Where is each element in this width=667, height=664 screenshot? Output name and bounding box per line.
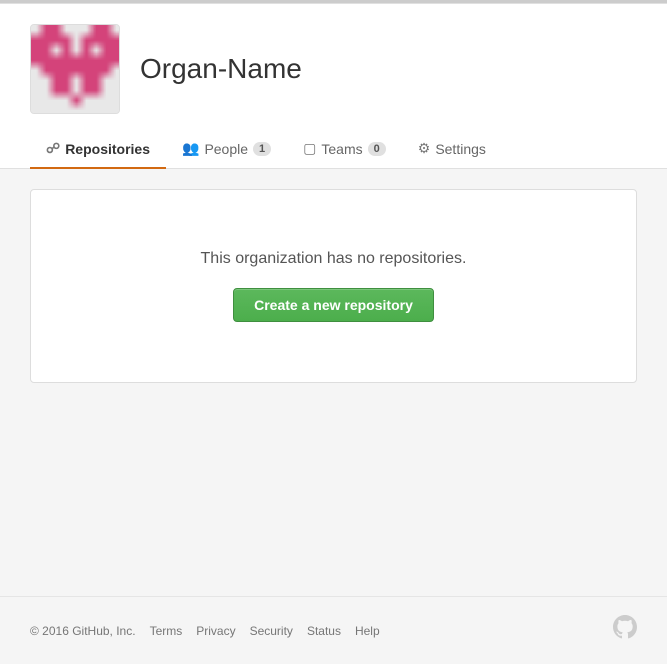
org-avatar [30,24,120,114]
org-name: Organ-Name [140,53,302,85]
header: Organ-Name ☍ Repositories 👥 People 1 ▢ T… [0,4,667,169]
footer-link-status[interactable]: Status [307,624,341,638]
tab-settings-label: Settings [435,141,486,157]
footer-link-help[interactable]: Help [355,624,380,638]
tab-repositories[interactable]: ☍ Repositories [30,130,166,169]
create-repo-button[interactable]: Create a new repository [233,288,434,322]
tab-people[interactable]: 👥 People 1 [166,130,287,169]
teams-badge: 0 [368,142,386,156]
footer-left: © 2016 GitHub, Inc. Terms Privacy Securi… [30,624,380,638]
footer-link-terms[interactable]: Terms [150,624,183,638]
tab-settings[interactable]: ⚙ Settings [402,130,502,169]
repo-icon: ☍ [46,140,60,157]
people-icon: 👥 [182,140,199,157]
settings-icon: ⚙ [418,140,431,157]
github-logo-icon [613,615,637,639]
nav-tabs: ☍ Repositories 👥 People 1 ▢ Teams 0 ⚙ Se… [30,130,637,168]
tab-teams-label: Teams [321,141,362,157]
footer: © 2016 GitHub, Inc. Terms Privacy Securi… [0,596,667,664]
copyright-text: © 2016 GitHub, Inc. [30,624,136,638]
repo-panel: This organization has no repositories. C… [30,189,637,383]
empty-message: This organization has no repositories. [51,250,616,268]
tab-people-label: People [204,141,248,157]
teams-icon: ▢ [303,140,316,157]
footer-logo [613,615,637,646]
people-badge: 1 [253,142,271,156]
footer-link-privacy[interactable]: Privacy [196,624,235,638]
org-nav: ☍ Repositories 👥 People 1 ▢ Teams 0 ⚙ Se… [30,130,637,168]
footer-link-security[interactable]: Security [250,624,293,638]
tab-teams[interactable]: ▢ Teams 0 [287,130,402,169]
org-info: Organ-Name [30,24,637,114]
tab-repositories-label: Repositories [65,141,150,157]
main-content: This organization has no repositories. C… [0,169,667,549]
